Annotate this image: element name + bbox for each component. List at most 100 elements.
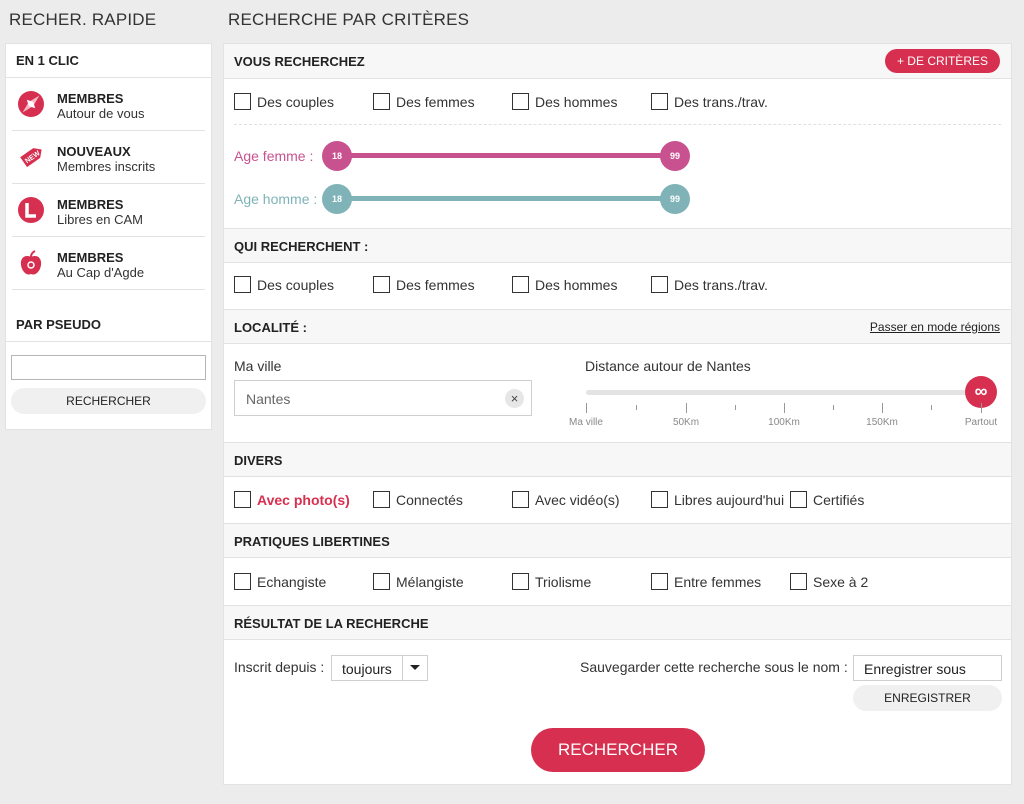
checkbox-box[interactable] <box>651 93 668 110</box>
checkbox-couple-only[interactable]: Sexe à 2 <box>790 573 868 590</box>
checkbox-seek-trans[interactable]: Des trans./trav. <box>651 276 768 293</box>
checkbox-box[interactable] <box>651 491 668 508</box>
tick-label: Partout <box>964 417 998 428</box>
city-input[interactable]: Nantes × <box>234 380 532 416</box>
age-male-label: Age homme : <box>234 191 318 207</box>
quick-link-cap-agde[interactable]: MEMBRES Au Cap d'Agde <box>12 237 205 290</box>
checkbox-you-trans[interactable]: Des trans./trav. <box>651 93 768 110</box>
city-label: Ma ville <box>234 358 282 374</box>
pseudo-input[interactable] <box>11 355 206 380</box>
quick-link-new-members[interactable]: NEW NOUVEAUX Membres inscrits <box>12 131 205 184</box>
age-female-track[interactable] <box>336 153 676 158</box>
pseudo-search-button[interactable]: RECHERCHER <box>11 388 206 414</box>
quick-link-title: MEMBRES <box>57 197 124 212</box>
registered-since-label: Inscrit depuis : <box>234 659 325 675</box>
tick-label: 50Km <box>672 417 700 428</box>
checkbox-box[interactable] <box>790 573 807 590</box>
checkbox-box[interactable] <box>790 491 807 508</box>
age-female-min-handle[interactable]: 18 <box>322 141 352 171</box>
checkbox-label: Mélangiste <box>396 573 464 590</box>
checkbox-you-men[interactable]: Des hommes <box>512 93 617 110</box>
checkbox-label: Avec vidéo(s) <box>535 491 620 508</box>
checkbox-box[interactable] <box>651 276 668 293</box>
age-male-track[interactable] <box>336 196 676 201</box>
divider <box>234 124 1001 125</box>
you-search-header: VOUS RECHERCHEZ + DE CRITÈRES <box>224 44 1011 79</box>
save-search-name-value: Enregistrer sous <box>864 661 966 677</box>
tick-mark <box>586 403 587 413</box>
checkbox-swinger[interactable]: Echangiste <box>234 573 326 590</box>
section-title: DIVERS <box>234 453 283 468</box>
quick-link-subtitle: Libres en CAM <box>57 212 143 227</box>
search-button[interactable]: RECHERCHER <box>531 728 705 772</box>
distance-label: Distance autour de Nantes <box>585 358 751 374</box>
tick-mark <box>833 405 834 410</box>
quick-link-title: MEMBRES <box>57 91 124 106</box>
checkbox-box[interactable] <box>373 93 390 110</box>
checkbox-label: Certifiés <box>813 491 865 508</box>
checkbox-box[interactable] <box>234 276 251 293</box>
checkbox-between-women[interactable]: Entre femmes <box>651 573 761 590</box>
age-female-max-handle[interactable]: 99 <box>660 141 690 171</box>
save-search-button[interactable]: ENREGISTRER <box>853 685 1002 711</box>
checkbox-box[interactable] <box>512 573 529 590</box>
checkbox-label: Entre femmes <box>674 573 762 590</box>
tick-mark <box>931 405 932 410</box>
tick-mark <box>784 403 785 413</box>
more-criteria-button[interactable]: + DE CRITÈRES <box>884 49 1000 73</box>
save-search-name-input[interactable]: Enregistrer sous <box>853 655 1002 681</box>
quick-link-nearby[interactable]: MEMBRES Autour de vous <box>12 78 205 131</box>
checkbox-certified[interactable]: Certifiés <box>790 491 864 508</box>
checkbox-seek-couples[interactable]: Des couples <box>234 276 334 293</box>
criteria-search-heading: RECHERCHE PAR CRITÈRES <box>228 10 470 29</box>
checkbox-with-photos[interactable]: Avec photo(s) <box>234 491 350 508</box>
select-value: toujours <box>342 661 392 677</box>
checkbox-box[interactable] <box>373 491 390 508</box>
checkbox-box[interactable] <box>234 93 251 110</box>
checkbox-label: Des couples <box>257 93 335 110</box>
tick-mark <box>882 403 883 413</box>
checkbox-threesome[interactable]: Triolisme <box>512 573 591 590</box>
practices-header: PRATIQUES LIBERTINES <box>224 523 1011 558</box>
checkbox-box[interactable] <box>373 573 390 590</box>
checkbox-box[interactable] <box>234 491 251 508</box>
tick-mark <box>686 403 687 413</box>
distance-slider-track[interactable] <box>586 390 982 395</box>
checkbox-label: Des hommes <box>535 276 618 293</box>
checkbox-mixing[interactable]: Mélangiste <box>373 573 464 590</box>
pseudo-title: PAR PSEUDO <box>6 308 211 342</box>
checkbox-label: Connectés <box>396 491 463 508</box>
registered-since-select[interactable]: toujours <box>331 655 428 681</box>
chevron-down-icon[interactable] <box>402 656 427 680</box>
checkbox-with-videos[interactable]: Avec vidéo(s) <box>512 491 620 508</box>
checkbox-label: Des couples <box>257 276 335 293</box>
checkbox-you-couples[interactable]: Des couples <box>234 93 334 110</box>
tick-label: Ma ville <box>569 417 603 428</box>
age-female-label: Age femme : <box>234 148 314 164</box>
checkbox-you-women[interactable]: Des femmes <box>373 93 475 110</box>
quick-link-subtitle: Membres inscrits <box>57 159 156 174</box>
checkbox-box[interactable] <box>651 573 668 590</box>
misc-header: DIVERS <box>224 442 1011 477</box>
checkbox-box[interactable] <box>512 93 529 110</box>
checkbox-box[interactable] <box>512 491 529 508</box>
one-click-title: EN 1 CLIC <box>6 44 211 78</box>
age-male-max-handle[interactable]: 99 <box>660 184 690 214</box>
quick-link-cam[interactable]: MEMBRES Libres en CAM <box>12 184 205 237</box>
quick-link-subtitle: Autour de vous <box>57 106 145 121</box>
checkbox-seek-men[interactable]: Des hommes <box>512 276 617 293</box>
checkbox-label: Sexe à 2 <box>813 573 869 590</box>
regions-mode-link[interactable]: Passer en mode régions <box>870 320 1000 334</box>
section-title: QUI RECHERCHENT : <box>234 239 369 254</box>
age-male-min-handle[interactable]: 18 <box>322 184 352 214</box>
checkbox-connected[interactable]: Connectés <box>373 491 463 508</box>
checkbox-box[interactable] <box>512 276 529 293</box>
checkbox-free-today[interactable]: Libres aujourd'hui <box>651 491 784 508</box>
section-title: VOUS RECHERCHEZ <box>234 54 365 69</box>
checkbox-box[interactable] <box>373 276 390 293</box>
checkbox-seek-women[interactable]: Des femmes <box>373 276 475 293</box>
criteria-panel: VOUS RECHERCHEZ + DE CRITÈRES Des couple… <box>223 43 1012 785</box>
checkbox-box[interactable] <box>234 573 251 590</box>
result-header: RÉSULTAT DE LA RECHERCHE <box>224 605 1011 640</box>
clear-icon[interactable]: × <box>505 389 524 408</box>
